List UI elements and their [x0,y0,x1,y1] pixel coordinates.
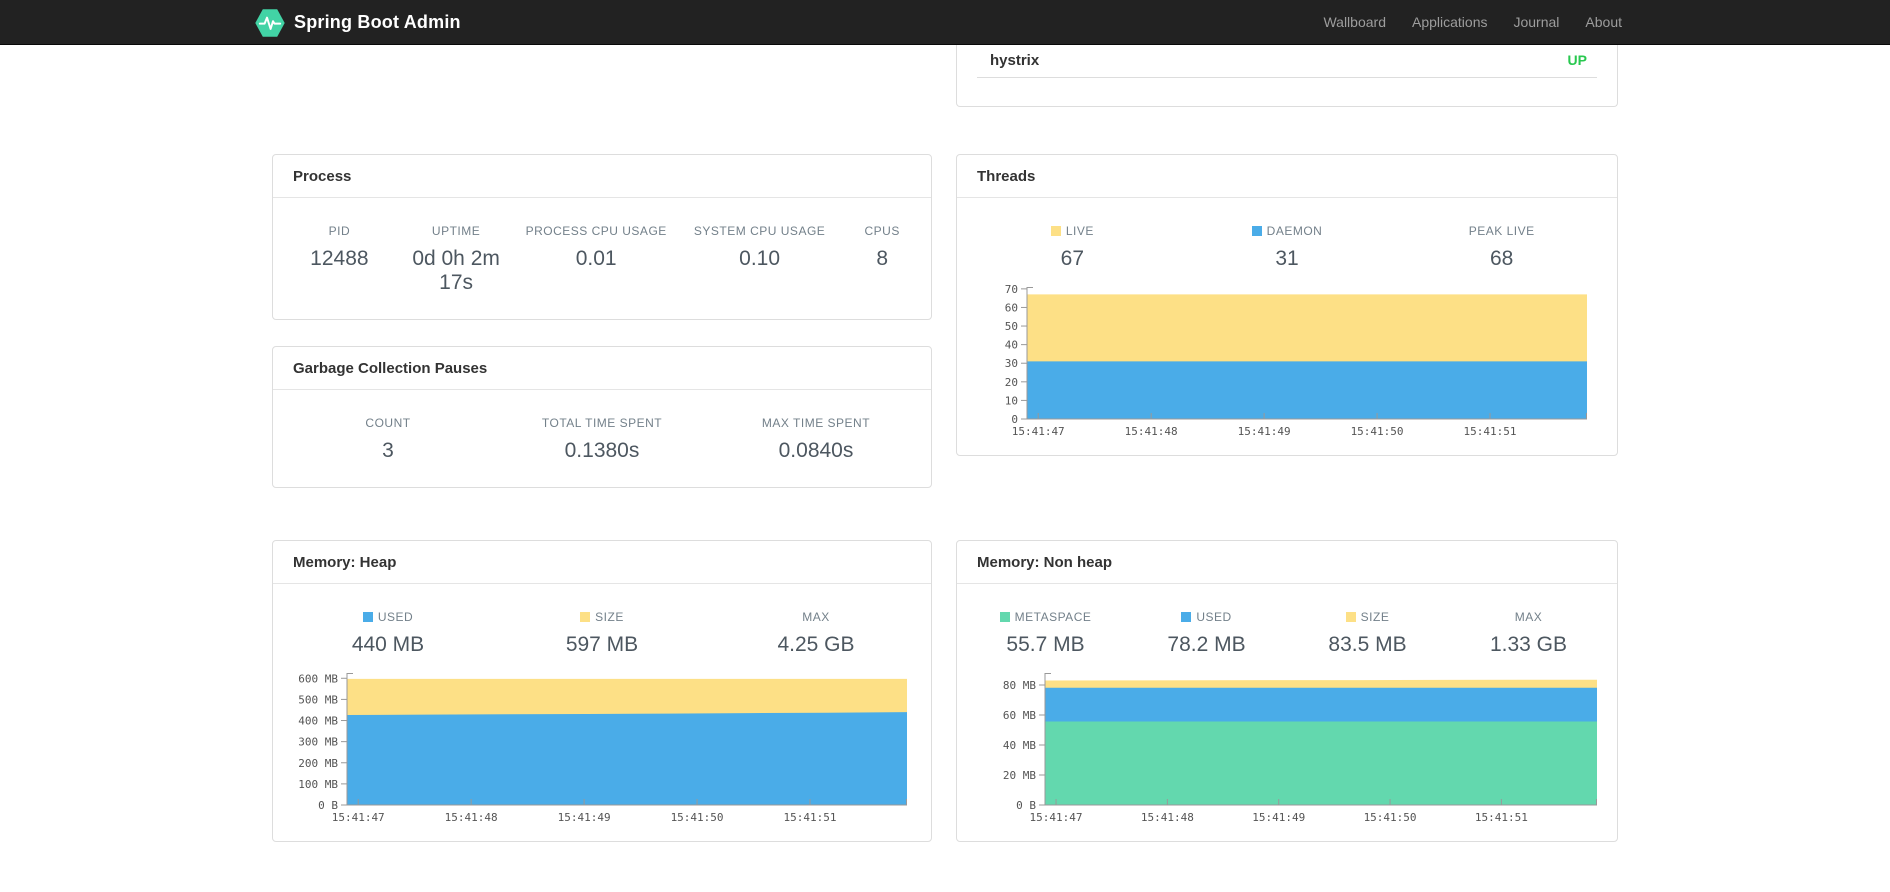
app-title: Spring Boot Admin [294,12,461,32]
svg-text:15:41:51: 15:41:51 [1475,811,1528,824]
health-row-hystrix: hystrix UP [957,45,1617,72]
size-swatch-icon [1345,612,1356,622]
used-swatch-icon [1181,612,1192,622]
threads-metrics: LIVE 67 DAEMON 31 PEAK LIVE 68 [957,198,1617,277]
gc-card-title: Garbage Collection Pauses [273,347,931,390]
svg-text:300 MB: 300 MB [298,736,338,749]
pulse-hexagon-icon [255,8,285,37]
svg-text:15:41:48: 15:41:48 [445,811,498,824]
svg-text:15:41:51: 15:41:51 [1464,425,1517,438]
svg-text:15:41:49: 15:41:49 [1238,425,1291,438]
svg-text:15:41:47: 15:41:47 [332,811,385,824]
svg-text:100 MB: 100 MB [298,778,338,791]
svg-text:60: 60 [1005,301,1018,314]
nav-link-about[interactable]: About [1572,0,1635,45]
svg-text:15:41:49: 15:41:49 [1252,811,1305,824]
process-card: Process PID 12488 UPTIME 0d 0h 2m 17s PR… [272,154,932,320]
heap-metrics: USED 440 MB SIZE 597 MB MAX 4.25 GB [273,584,931,663]
metric-process-cpu: PROCESS CPU USAGE 0.01 [525,224,667,270]
status-badge: UP [1567,52,1587,68]
process-metrics: PID 12488 UPTIME 0d 0h 2m 17s PROCESS CP… [273,198,931,319]
svg-text:15:41:49: 15:41:49 [558,811,611,824]
svg-text:15:41:51: 15:41:51 [784,811,837,824]
metric-heap-used: USED 440 MB [351,610,425,656]
svg-text:15:41:48: 15:41:48 [1125,425,1178,438]
main-nav: Wallboard Applications Journal About [1310,0,1635,45]
metric-heap-size: SIZE 597 MB [565,610,639,656]
svg-text:40 MB: 40 MB [1003,739,1036,752]
metaspace-swatch-icon [999,612,1010,622]
svg-text:400 MB: 400 MB [298,715,338,728]
nav-link-journal[interactable]: Journal [1500,0,1572,45]
svg-text:15:41:47: 15:41:47 [1012,425,1065,438]
svg-text:40: 40 [1005,339,1018,352]
metric-threads-daemon: DAEMON 31 [1180,224,1395,271]
metric-cpus: CPUS 8 [864,224,900,270]
top-navbar: Spring Boot Admin Wallboard Applications… [0,0,1890,45]
svg-text:600 MB: 600 MB [298,672,338,685]
svg-text:15:41:50: 15:41:50 [1364,811,1417,824]
memory-heap-title: Memory: Heap [273,541,931,584]
metric-gc-total: TOTAL TIME SPENT 0.1380s [541,416,663,462]
live-swatch-icon [1050,226,1061,236]
memory-nonheap-chart: 0 B 20 MB 40 MB 60 MB 80 MB 15:41:47 15:41:48 1… [957,663,1617,841]
metric-threads-live: LIVE 67 [965,224,1180,271]
memory-nonheap-title: Memory: Non heap [957,541,1617,584]
metric-uptime: UPTIME 0d 0h 2m 17s [412,224,500,294]
svg-text:30: 30 [1005,357,1018,370]
threads-card: Threads LIVE 67 DAEMON 31 PEAK LIVE 68 0… [956,154,1618,456]
gc-card: Garbage Collection Pauses COUNT 3 TOTAL … [272,346,932,488]
nonheap-metrics: METASPACE 55.7 MB USED 78.2 MB SIZE 83.5… [957,584,1617,663]
svg-text:20 MB: 20 MB [1003,769,1036,782]
svg-text:60 MB: 60 MB [1003,709,1036,722]
svg-text:15:41:47: 15:41:47 [1030,811,1083,824]
daemon-swatch-icon [1251,226,1262,236]
metric-threads-peak: PEAK LIVE 68 [1468,224,1535,270]
metric-gc-max: MAX TIME SPENT 0.0840s [761,416,871,462]
metric-gc-count: COUNT 3 [365,416,411,462]
service-name-link[interactable]: hystrix [990,52,1039,69]
svg-text:200 MB: 200 MB [298,757,338,770]
metric-nonheap-used: USED 78.2 MB [1167,610,1246,656]
nav-link-applications[interactable]: Applications [1399,0,1501,45]
gc-metrics: COUNT 3 TOTAL TIME SPENT 0.1380s MAX TIM… [273,390,931,487]
svg-text:15:41:48: 15:41:48 [1141,811,1194,824]
svg-text:15:41:50: 15:41:50 [1351,425,1404,438]
process-card-title: Process [273,155,931,198]
memory-heap-card: Memory: Heap USED 440 MB SIZE 597 MB MAX… [272,540,932,842]
svg-text:20: 20 [1005,376,1018,389]
memory-heap-chart: 0 B 100 MB 200 MB 300 MB 400 MB 500 MB 600 MB 1… [273,663,931,841]
svg-text:70: 70 [1005,283,1018,296]
svg-text:15:41:50: 15:41:50 [671,811,724,824]
metric-nonheap-max: MAX 1.33 GB [1489,610,1568,656]
metric-metaspace: METASPACE 55.7 MB [965,610,1126,657]
metric-pid: PID 12488 [310,224,369,270]
metric-system-cpu: SYSTEM CPU USAGE 0.10 [693,224,826,270]
metric-nonheap-size: SIZE 83.5 MB [1328,610,1407,656]
health-status-card: hystrix UP [956,45,1618,107]
memory-nonheap-card: Memory: Non heap METASPACE 55.7 MB USED [956,540,1618,842]
svg-text:80 MB: 80 MB [1003,679,1036,692]
threads-chart: 0 10 20 30 40 50 60 70 15:41:47 15:41:48 15:41:49 1… [957,277,1617,455]
svg-text:10: 10 [1005,394,1018,407]
svg-text:50: 50 [1005,320,1018,333]
svg-text:500 MB: 500 MB [298,693,338,706]
threads-card-title: Threads [957,155,1617,198]
divider [977,77,1597,78]
nav-link-wallboard[interactable]: Wallboard [1310,0,1399,45]
used-swatch-icon [362,612,373,622]
size-swatch-icon [580,612,591,622]
brand-link[interactable]: Spring Boot Admin [255,8,461,38]
metric-heap-max: MAX 4.25 GB [777,610,855,656]
